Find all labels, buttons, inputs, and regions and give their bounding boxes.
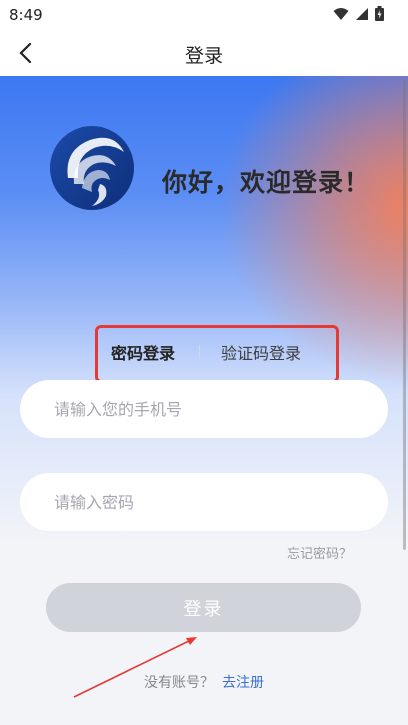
page-title: 登录: [184, 45, 223, 67]
status-icons: [333, 6, 384, 21]
battery-icon: [375, 6, 384, 21]
signal-icon: [356, 7, 368, 20]
login-button[interactable]: 登录: [46, 583, 361, 632]
password-input[interactable]: [20, 473, 388, 531]
nav-bar: 登录: [0, 30, 408, 76]
tab-password-login[interactable]: 密码登录: [111, 340, 175, 364]
tab-divider: [199, 345, 200, 359]
scrollbar[interactable]: [403, 80, 406, 550]
register-link[interactable]: 去注册: [222, 675, 264, 691]
login-tabs: 密码登录 验证码登录: [95, 325, 339, 383]
greeting-text: 你好，欢迎登录！: [162, 168, 371, 197]
status-bar: 8:49: [0, 0, 408, 30]
status-time: 8:49: [9, 6, 43, 24]
register-row: 没有账号？ 去注册: [0, 672, 408, 692]
tab-code-login[interactable]: 验证码登录: [221, 340, 301, 364]
wifi-icon: [333, 7, 349, 20]
phone-input[interactable]: [20, 380, 388, 438]
phoenix-logo-icon: [50, 126, 134, 210]
forgot-password-link[interactable]: 忘记密码？: [287, 543, 352, 562]
no-account-text: 没有账号？: [144, 675, 214, 691]
